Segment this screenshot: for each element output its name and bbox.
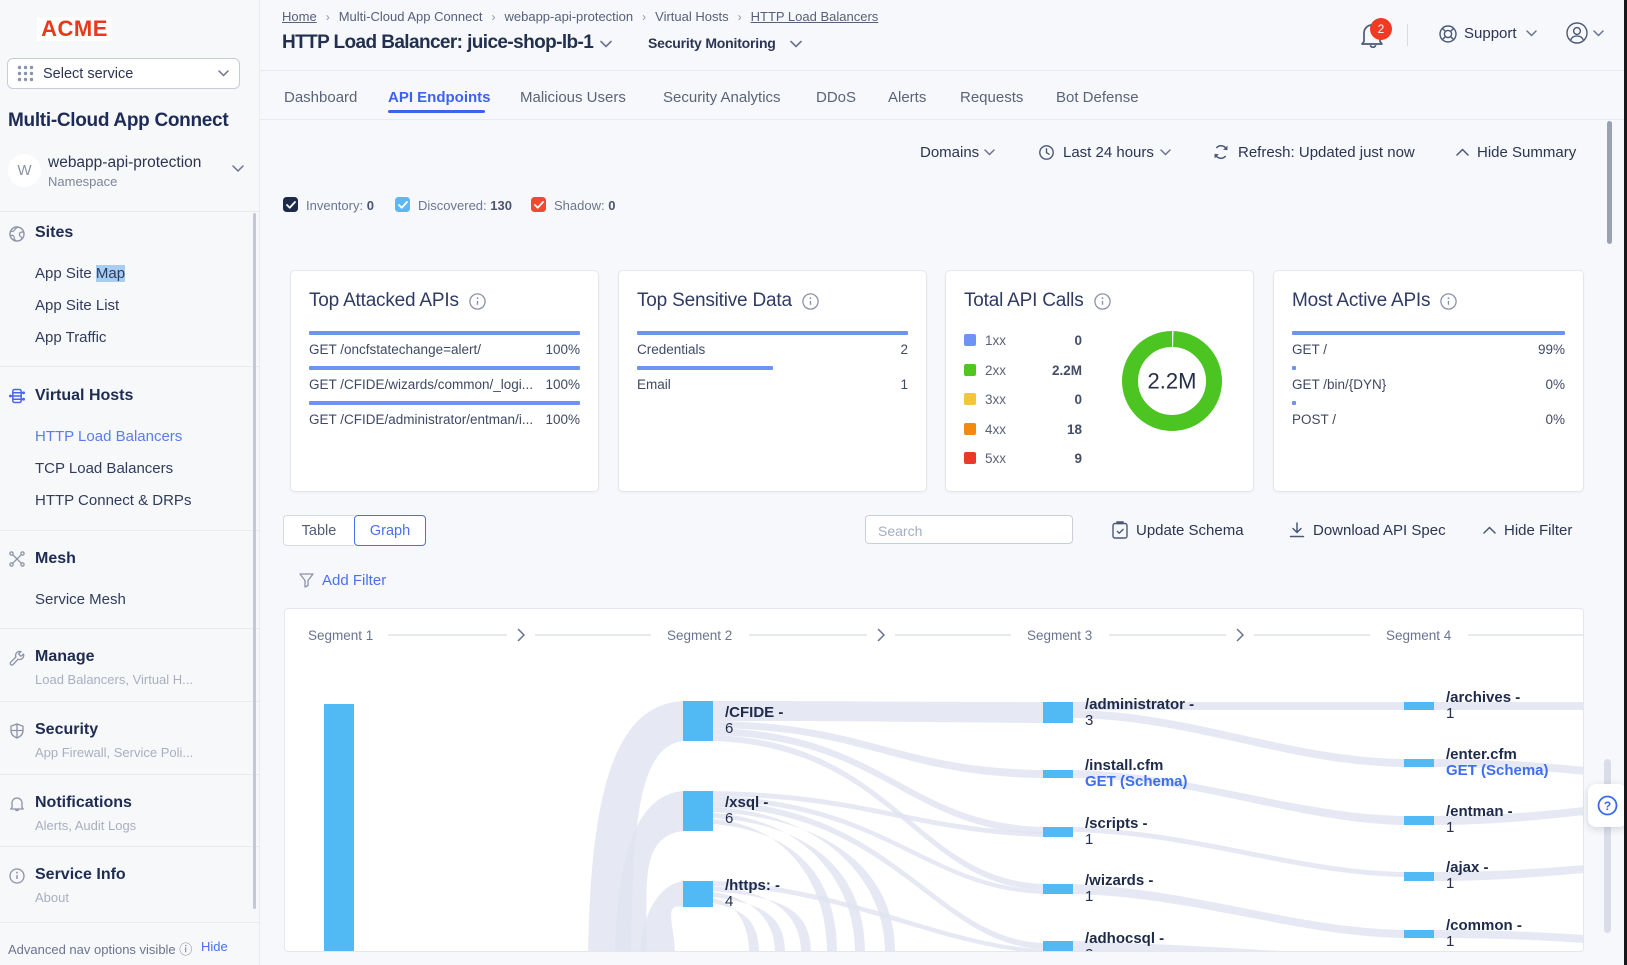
svg-text:2.2M: 2.2M [1148,369,1197,394]
svg-text:?: ? [1604,799,1611,813]
